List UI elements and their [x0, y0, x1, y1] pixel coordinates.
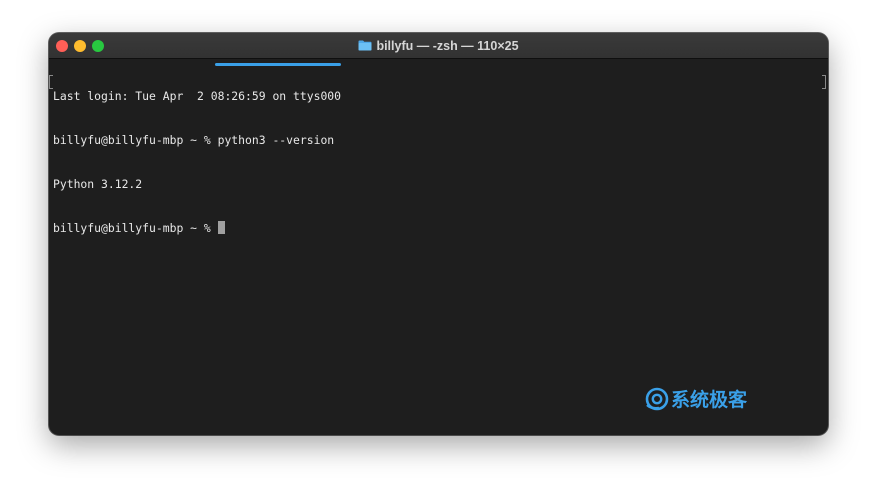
terminal-line: Last login: Tue Apr 2 08:26:59 on ttys00… — [53, 89, 342, 104]
terminal-prompt: billyfu@billyfu-mbp ~ % — [53, 220, 218, 235]
window-title: billyfu — -zsh — 110×25 — [49, 33, 828, 58]
watermark-logo-icon — [645, 387, 669, 410]
terminal-prompt-line[interactable]: billyfu@billyfu-mbp ~ % — [53, 220, 823, 236]
watermark: 系统极客 — [645, 385, 747, 412]
terminal-line: Python 3.12.2 — [53, 176, 143, 191]
watermark-text: 系统极客 — [671, 389, 748, 411]
terminal-line: billyfu@billyfu-mbp ~ % python3 --versio… — [53, 132, 335, 147]
command-highlight-underline — [215, 63, 341, 66]
window-title-text: billyfu — -zsh — 110×25 — [376, 38, 519, 53]
title-bar[interactable]: billyfu — -zsh — 110×25 — [49, 33, 828, 59]
terminal-output[interactable]: Last login: Tue Apr 2 08:26:59 on ttys00… — [53, 60, 823, 264]
text-cursor — [217, 220, 225, 234]
terminal-window: billyfu — -zsh — 110×25 Last login: Tue … — [49, 33, 828, 435]
folder-icon — [358, 40, 372, 51]
